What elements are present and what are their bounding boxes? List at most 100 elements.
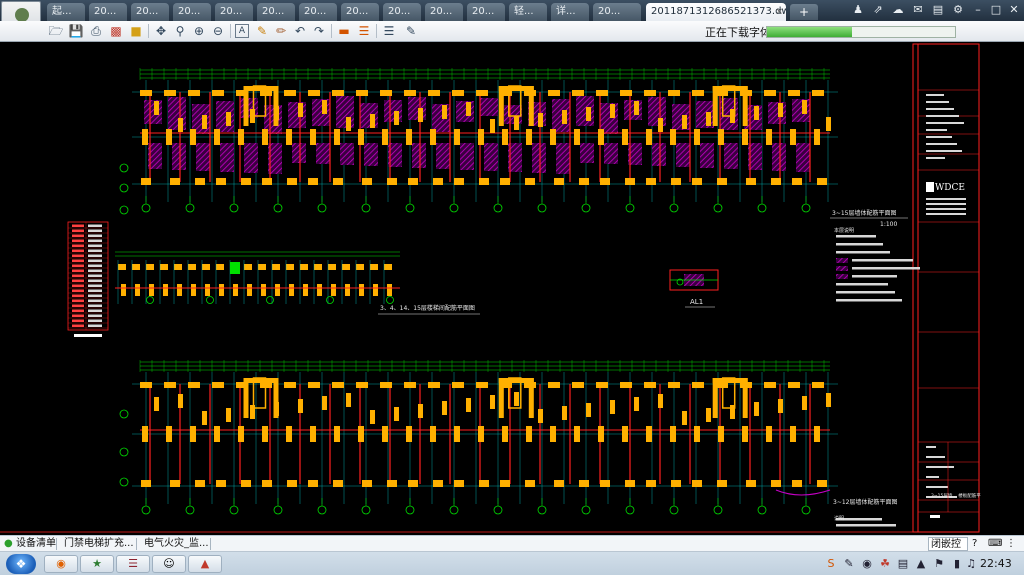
open-folder-icon[interactable]: 🗁: [48, 23, 64, 39]
tab-doc[interactable]: 轻...: [509, 3, 547, 21]
tray-globe-icon[interactable]: ◉: [860, 557, 874, 571]
note-line: [836, 524, 896, 527]
wall-segment: [526, 426, 532, 442]
pdf-icon[interactable]: ▩: [108, 23, 124, 39]
taskrow-item[interactable]: 门禁电梯扩充...: [64, 537, 134, 551]
skin-icon[interactable]: ▤: [930, 2, 946, 18]
level-height: [88, 294, 102, 297]
tab-doc[interactable]: 20...: [89, 3, 127, 21]
zoom-in-icon[interactable]: ⊕: [191, 23, 207, 39]
tab-doc[interactable]: 20...: [341, 3, 379, 21]
cloud-icon[interactable]: ☁: [890, 2, 906, 18]
print-icon[interactable]: ⎙: [88, 23, 104, 39]
tab-doc[interactable]: 20...: [299, 3, 337, 21]
tab-doc[interactable]: 20...: [257, 3, 295, 21]
hatched-slab: [168, 97, 186, 130]
share-icon[interactable]: ⇗: [870, 2, 886, 18]
message-icon[interactable]: ✉: [910, 2, 926, 18]
tray-volume-icon[interactable]: ♫: [964, 557, 978, 571]
users-icon[interactable]: ♟: [850, 2, 866, 18]
wall-segment: [548, 382, 560, 388]
folder-app-icon[interactable]: ★: [80, 555, 114, 573]
properties-icon[interactable]: ✎: [403, 23, 419, 39]
redo-icon[interactable]: ↷: [311, 23, 327, 39]
save-icon[interactable]: 💾: [68, 23, 84, 39]
text-tool-icon[interactable]: A: [235, 24, 249, 38]
tray-arrow-icon[interactable]: ▲: [914, 557, 928, 571]
upper-plan-title: 3~15层墙体配筋平面图: [832, 209, 896, 217]
measure-icon[interactable]: ▬: [336, 23, 352, 39]
tab-doc[interactable]: 20...: [173, 3, 211, 21]
titleblock-text: [926, 456, 945, 458]
layers-icon[interactable]: ☰: [381, 23, 397, 39]
drawing-canvas[interactable]: 3~15层墙体配筋平面图 1:100 3、4、14、15层楼梯间配筋平面图 3~…: [0, 42, 1024, 535]
tab-active-dwg[interactable]: 2011871312686521373.dwg ×: [646, 3, 786, 21]
wall-segment: [382, 426, 388, 442]
zoom-window-icon[interactable]: ⚲: [172, 23, 188, 39]
settings-icon[interactable]: ⚙: [950, 2, 966, 18]
start-button[interactable]: ❖: [6, 554, 36, 574]
cad-app-icon[interactable]: ▲: [188, 555, 222, 573]
tray-pen-icon[interactable]: ✎: [842, 557, 856, 571]
wall-segment: [454, 129, 460, 145]
wall-segment: [216, 178, 226, 185]
input-method-indicator[interactable]: 闭嵌控: [928, 537, 968, 551]
tab-doc[interactable]: 20...: [467, 3, 505, 21]
undo-icon[interactable]: ↶: [292, 23, 308, 39]
level-value: [72, 279, 84, 282]
menu-icon[interactable]: ⋮: [1006, 537, 1016, 551]
lock-icon[interactable]: ■: [128, 23, 144, 39]
tab-doc[interactable]: 20...: [215, 3, 253, 21]
wall-segment: [692, 178, 702, 185]
tab-doc[interactable]: 20...: [425, 3, 463, 21]
wall-segment: [284, 90, 296, 96]
stack-app-icon[interactable]: ☰: [116, 555, 150, 573]
browser-app-icon[interactable]: ◉: [44, 555, 78, 573]
taskrow-item[interactable]: 设备清单: [16, 537, 56, 551]
pencil-icon[interactable]: ✎: [254, 23, 270, 39]
keyboard-icon[interactable]: ⌨: [988, 537, 1002, 551]
axis-bubble: [713, 203, 723, 213]
tray-antivirus-icon[interactable]: ☘: [878, 557, 892, 571]
tab-doc[interactable]: 20...: [131, 3, 169, 21]
titleblock-text: [926, 101, 949, 103]
axis-bubble: [229, 505, 239, 515]
wall-segment: [620, 382, 632, 388]
wall-segment: [466, 398, 471, 412]
open-docs-row: ● 设备清单 门禁电梯扩充... 电气火灾_监... 闭嵌控 ? ⌨ ⋮: [0, 535, 1024, 552]
brush-icon[interactable]: ✏: [273, 23, 289, 39]
tray-network-icon[interactable]: ▤: [896, 557, 910, 571]
tab-doc[interactable]: 20...: [383, 3, 421, 21]
level-height: [88, 269, 102, 272]
wall-segment: [216, 480, 226, 487]
wall-segment: [262, 426, 268, 442]
tray-signal-icon[interactable]: ▮: [950, 557, 964, 571]
wall-segment: [342, 264, 350, 270]
minimize-icon[interactable]: –: [970, 2, 986, 18]
tab-doc[interactable]: 详...: [551, 3, 589, 21]
level-height: [88, 289, 102, 292]
qq-app-icon[interactable]: ☺: [152, 555, 186, 573]
maximize-icon[interactable]: □: [988, 2, 1004, 18]
close-icon[interactable]: ✕: [1006, 2, 1022, 18]
hatch-icon[interactable]: ☰: [356, 23, 372, 39]
tray-s-icon[interactable]: S: [824, 557, 838, 571]
taskrow-item[interactable]: 电气火灾_监...: [144, 537, 209, 551]
tab-close-icon[interactable]: ×: [775, 3, 783, 21]
titleblock-text: [926, 208, 966, 210]
wall-segment: [202, 115, 207, 129]
wall-segment: [308, 382, 320, 388]
wall-segment: [408, 178, 418, 185]
tray-flag-icon[interactable]: ⚑: [932, 557, 946, 571]
tab-label: 详...: [556, 6, 576, 17]
tab-doc[interactable]: 20...: [593, 3, 641, 21]
pan-icon[interactable]: ✥: [153, 23, 169, 39]
help-icon[interactable]: ?: [972, 537, 977, 551]
hatched-slab: [240, 98, 258, 118]
tab-start[interactable]: 起...: [47, 3, 85, 21]
new-tab-button[interactable]: +: [790, 4, 818, 20]
zoom-out-icon[interactable]: ⊖: [210, 23, 226, 39]
wall-segment: [418, 404, 423, 418]
cad-drawing[interactable]: 3~15层墙体配筋平面图 1:100 3、4、14、15层楼梯间配筋平面图 3~…: [0, 42, 1024, 535]
wall-segment: [358, 426, 364, 442]
